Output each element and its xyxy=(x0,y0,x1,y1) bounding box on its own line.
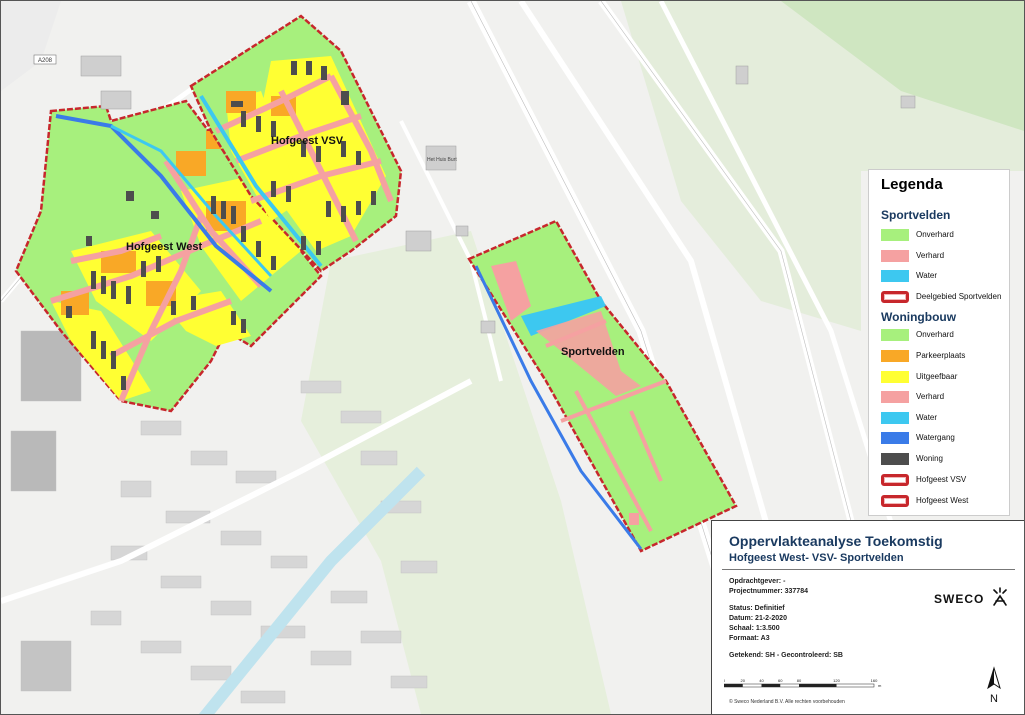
label-hofgeest-vsv: Hofgeest VSV xyxy=(271,135,344,147)
label-het-huis: Het Huis Burt xyxy=(427,157,457,163)
status: Status: Definitief xyxy=(729,605,785,612)
legend-heading-sportvelden: Sportvelden xyxy=(881,208,951,222)
scale-tick-label: 60 xyxy=(778,678,783,683)
swatch-icon xyxy=(881,329,909,341)
swatch-icon xyxy=(881,391,909,403)
scale-bar: 0 20 40 60 80 120 160 m xyxy=(724,678,882,688)
swatch-icon xyxy=(881,371,909,383)
scale-tick-label: 40 xyxy=(759,678,764,683)
north-label: N xyxy=(990,693,998,705)
legend-panel: Legenda Sportvelden Onverhard Verhard Wa… xyxy=(868,169,1010,516)
scale-tick-label: 120 xyxy=(833,678,840,683)
getekend: Getekend: SH - Gecontroleerd: SB xyxy=(729,652,843,659)
swatch-icon xyxy=(881,412,909,424)
label-hofgeest-west: Hofgeest West xyxy=(126,241,203,253)
title-block: Oppervlakteanalyse Toekomstig Hofgeest W… xyxy=(711,520,1024,714)
outline-swatch-icon xyxy=(881,474,909,486)
formaat: Formaat: A3 xyxy=(729,635,770,642)
swatch-icon xyxy=(881,229,909,241)
map-title: Oppervlakteanalyse Toekomstig xyxy=(729,533,943,549)
divider xyxy=(722,569,1015,570)
outline-swatch-icon xyxy=(881,291,909,303)
company-name: SWECO xyxy=(934,592,985,606)
copyright: © Sweco Nederland B.V. Alle rechten voor… xyxy=(729,699,845,705)
sweco-logo-icon xyxy=(992,587,1007,606)
label-sportvelden: Sportvelden xyxy=(561,346,625,358)
scale-tick-label: 80 xyxy=(797,678,802,683)
scale-tick-label: 0 xyxy=(724,678,726,683)
map-subtitle: Hofgeest West- VSV- Sportvelden xyxy=(729,552,904,564)
datum: Datum: 21-2-2020 xyxy=(729,615,787,622)
scale-tick-label: 160 xyxy=(871,678,878,683)
legend-heading-woningbouw: Woningbouw xyxy=(881,310,957,324)
projectnummer: Projectnummer: 337784 xyxy=(729,588,808,595)
scale-tick-label: 20 xyxy=(741,678,746,683)
swatch-icon xyxy=(881,270,909,282)
schaal: Schaal: 1:3.500 xyxy=(729,625,780,632)
opdrachtgever: Opdrachtgever: - xyxy=(729,578,786,585)
sweco-logo: SWECO xyxy=(934,587,1009,607)
swatch-icon xyxy=(881,250,909,262)
outline-swatch-icon xyxy=(881,495,909,507)
swatch-icon xyxy=(881,350,909,362)
swatch-icon xyxy=(881,432,909,444)
scale-unit: m xyxy=(878,683,882,688)
north-arrow-icon: N xyxy=(987,666,1001,705)
swatch-icon xyxy=(881,453,909,465)
road-a208-label: A208 xyxy=(38,58,53,64)
legend-title: Legenda xyxy=(881,176,943,193)
map-frame: A208 Hofgeest VSV Hofgeest West Sportvel… xyxy=(0,0,1025,715)
